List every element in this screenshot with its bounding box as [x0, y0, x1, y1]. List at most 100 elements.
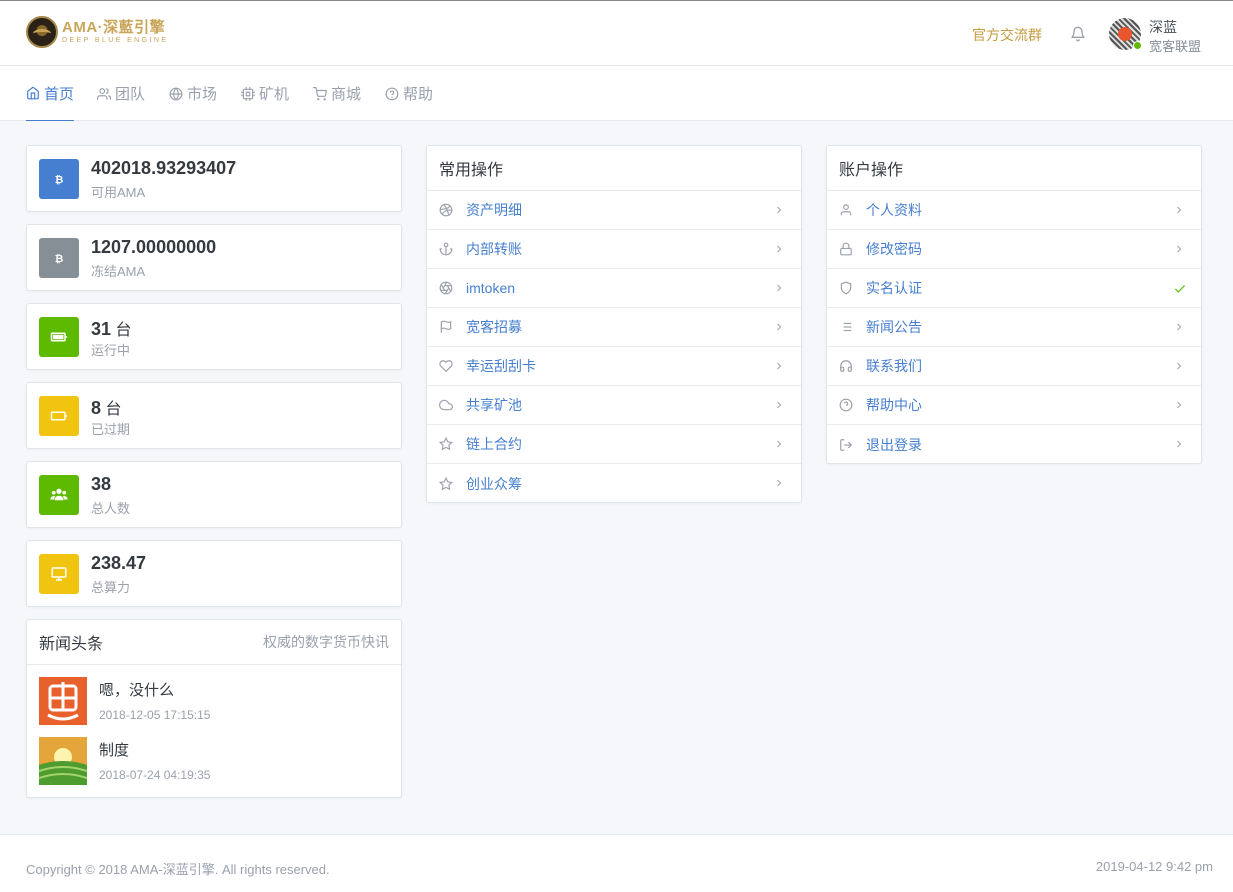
nav-help[interactable]: 帮助 [385, 66, 433, 121]
nav-market-label: 市场 [187, 86, 218, 103]
chevron-right-icon [1177, 323, 1182, 331]
chevron-right-icon [1177, 401, 1182, 409]
op-news-announcements[interactable]: 新闻公告 [827, 308, 1201, 347]
stat-label: 总算力 [91, 580, 131, 595]
news-item-date: 2018-07-24 04:19:35 [99, 768, 211, 782]
star-icon [439, 437, 453, 451]
nav-miner-label: 矿机 [259, 86, 290, 103]
news-subtitle: 权威的数字货币快讯 [263, 634, 389, 650]
cpu-icon [241, 86, 255, 101]
heart-icon [439, 360, 453, 373]
help-circle-icon [385, 87, 399, 100]
battery-empty-icon [39, 396, 79, 436]
nav-team[interactable]: 团队 [97, 66, 145, 121]
op-logout[interactable]: 退出登录 [827, 425, 1201, 464]
nav-team-label: 团队 [115, 86, 146, 103]
op-profile[interactable]: 个人资料 [827, 191, 1201, 230]
logo-title: AMA·深藍引擎 [62, 19, 166, 36]
common-ops-title: 常用操作 [439, 162, 504, 179]
logo[interactable]: AMA·深藍引擎 DEEP BLUE ENGINE [26, 16, 168, 48]
user-icon [840, 204, 852, 216]
chevron-right-icon [1177, 245, 1182, 253]
help-circle-icon [839, 398, 853, 412]
stat-card-running-miners: 31 台 运行中 [26, 303, 402, 370]
nav-home[interactable]: 首页 [26, 66, 75, 121]
common-ops-panel: 常用操作 资产明细 内部转账 imtoken 宽客招募 幸运刮刮卡 共享矿池 链… [426, 145, 802, 503]
news-title: 新闻头条 [39, 636, 104, 653]
stat-card-available-ama: ₿ 402018.93293407 可用AMA [26, 145, 402, 212]
copyright-text: Copyright © 2018 AMA-深蓝引擎. All rights re… [26, 862, 330, 877]
stat-label: 运行中 [91, 343, 131, 358]
desktop-icon [39, 554, 79, 594]
globe-icon [169, 87, 183, 100]
top-header: AMA·深藍引擎 DEEP BLUE ENGINE 官方交流群 深蓝 宽客联盟 [0, 0, 1233, 66]
op-onchain-contract[interactable]: 链上合约 [427, 425, 801, 464]
logo-subtitle: DEEP BLUE ENGINE [62, 37, 169, 44]
headphones-icon [840, 360, 852, 372]
nav-mall[interactable]: 商城 [313, 66, 361, 121]
bitcoin-icon: ₿ [39, 238, 79, 278]
online-status-dot [1133, 41, 1142, 50]
stat-value: 402018.93293407 [91, 158, 237, 178]
news-item-title: 嗯，没什么 [99, 682, 175, 699]
stat-card-expired-miners: 8 台 已过期 [26, 382, 402, 449]
user-name[interactable]: 深蓝 [1149, 17, 1177, 37]
stat-value: 8 [91, 398, 102, 418]
stat-label: 可用AMA [91, 185, 146, 200]
op-help-center[interactable]: 帮助中心 [827, 386, 1201, 425]
op-crowdfunding[interactable]: 创业众筹 [427, 464, 801, 503]
op-internal-transfer[interactable]: 内部转账 [427, 230, 801, 269]
op-identity-verification[interactable]: 实名认证 [827, 269, 1201, 308]
op-quant-recruit[interactable]: 宽客招募 [427, 308, 801, 347]
stat-value: 31 [91, 319, 112, 339]
nav-market[interactable]: 市场 [169, 66, 217, 121]
op-contact-us[interactable]: 联系我们 [827, 347, 1201, 386]
footer: Copyright © 2018 AMA-深蓝引擎. All rights re… [0, 834, 1233, 892]
chevron-right-icon [1177, 440, 1182, 448]
bitcoin-icon: ₿ [39, 159, 79, 199]
news-panel: 新闻头条 权威的数字货币快讯 嗯，没什么 2018-12-05 17:15:15… [26, 619, 402, 798]
op-change-password[interactable]: 修改密码 [827, 230, 1201, 269]
stat-value: 238.47 [91, 553, 147, 573]
nav-help-label: 帮助 [403, 86, 434, 103]
star-icon [439, 476, 453, 490]
stat-value: 38 [91, 474, 112, 494]
op-imtoken[interactable]: imtoken [427, 269, 801, 308]
news-item-date: 2018-12-05 17:15:15 [99, 708, 211, 722]
stat-label: 已过期 [91, 422, 131, 437]
log-out-icon [840, 438, 853, 451]
user-organization: 宽客联盟 [1149, 39, 1202, 54]
chevron-right-icon [777, 401, 782, 409]
home-icon [27, 86, 39, 100]
op-lucky-scratch-card[interactable]: 幸运刮刮卡 [427, 347, 801, 386]
flag-icon [440, 320, 452, 333]
dribbble-icon [439, 203, 453, 217]
op-asset-details[interactable]: 资产明细 [427, 191, 801, 230]
check-icon [1174, 285, 1186, 293]
chevron-right-icon [777, 362, 782, 370]
chevron-right-icon [777, 245, 782, 253]
stat-value: 1207.00000000 [91, 237, 217, 257]
stat-card-frozen-ama: ₿ 1207.00000000 冻结AMA [26, 224, 402, 291]
stat-card-total-hashrate: 238.47 总算力 [26, 540, 402, 607]
nav-home-label: 首页 [44, 85, 75, 103]
chevron-right-icon [1177, 206, 1182, 214]
shopping-cart-icon [313, 86, 327, 100]
stat-card-total-users: 38 总人数 [26, 461, 402, 528]
chevron-right-icon [777, 440, 782, 448]
svg-text:₿: ₿ [55, 253, 64, 265]
chevron-right-icon [777, 323, 782, 331]
users-icon [39, 475, 79, 515]
official-group-link[interactable]: 官方交流群 [972, 25, 1042, 45]
news-item[interactable]: 制度 2018-07-24 04:19:35 [39, 737, 210, 785]
anchor-icon [439, 242, 453, 256]
news-thumbnail [39, 737, 87, 785]
news-thumbnail [39, 677, 87, 725]
account-ops-title: 账户操作 [839, 162, 904, 179]
stat-label: 总人数 [91, 501, 131, 516]
nav-miner[interactable]: 矿机 [241, 66, 289, 121]
bell-icon[interactable] [1070, 25, 1086, 43]
chevron-right-icon [777, 479, 782, 487]
op-shared-pool[interactable]: 共享矿池 [427, 386, 801, 425]
news-item[interactable]: 嗯，没什么 2018-12-05 17:15:15 [39, 677, 210, 725]
